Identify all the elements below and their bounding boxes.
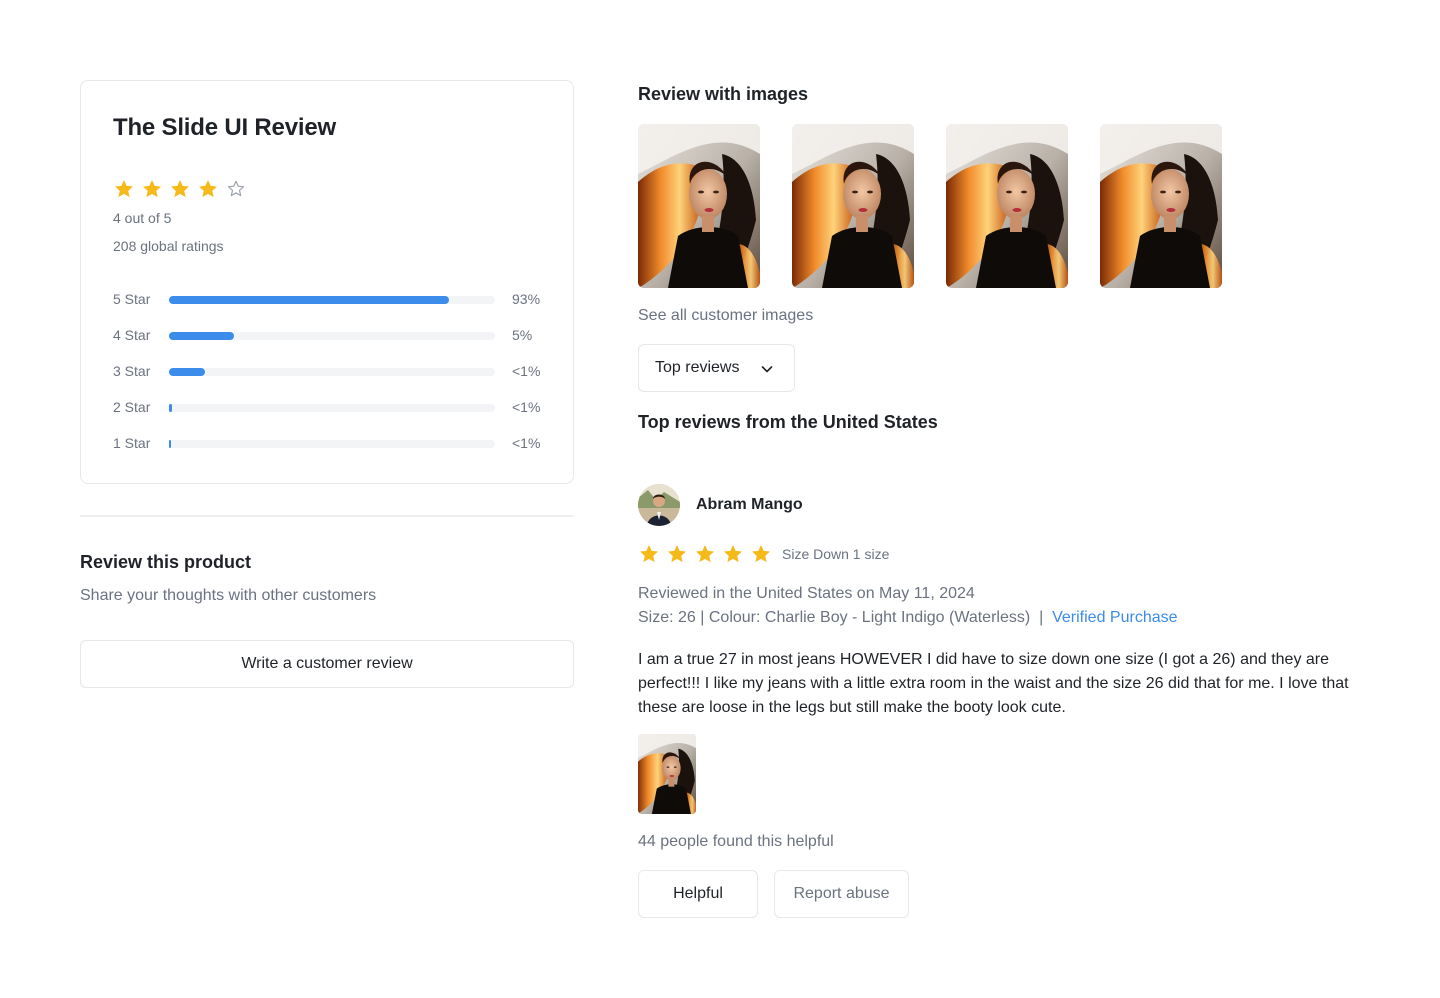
rating-bar-track: [169, 332, 495, 340]
customer-image-thumbnail[interactable]: [1100, 124, 1222, 288]
global-ratings-count: 208 global ratings: [113, 238, 224, 254]
helpful-count: 44 people found this helpful: [638, 833, 834, 850]
rating-bar-track: [169, 368, 495, 376]
customer-image-thumbnail[interactable]: [792, 124, 914, 288]
rating-row-5-star[interactable]: 5 Star 93%: [113, 289, 553, 325]
rating-bar-track: [169, 404, 495, 412]
star-icon: [141, 178, 163, 200]
verified-purchase-badge: Verified Purchase: [1052, 609, 1178, 626]
customer-image-gallery: [638, 124, 1222, 288]
review-image-thumbnail[interactable]: [638, 734, 696, 814]
review-images-title: Review with images: [638, 84, 809, 104]
review-variant-info: Size: 26 | Colour: Charlie Boy - Light I…: [638, 609, 1178, 627]
rating-row-label: 1 Star: [113, 435, 151, 451]
star-icon: [169, 178, 191, 200]
star-icon: [638, 543, 660, 565]
review-date: Reviewed in the United States on May 11,…: [638, 585, 975, 602]
rating-bar-fill: [169, 296, 450, 304]
rating-row-percent: <1%: [512, 399, 541, 415]
review-product-title: Review this product: [80, 552, 252, 572]
variant-text: Size: 26 | Colour: Charlie Boy - Light I…: [638, 609, 1053, 626]
rating-row-label: 4 Star: [113, 327, 151, 343]
reviewer-name[interactable]: Abram Mango: [696, 496, 803, 514]
rating-summary-card: The Slide UI Review 4 out of 5 208 globa…: [80, 80, 574, 484]
review-body: I am a true 27 in most jeans HOWEVER I d…: [638, 651, 1349, 716]
rating-bar-fill: [169, 368, 205, 376]
chevron-down-icon: [761, 366, 773, 373]
rating-bar-fill: [169, 404, 172, 412]
rating-row-percent: 93%: [512, 291, 541, 307]
avatar[interactable]: [638, 484, 680, 526]
rating-row-label: 2 Star: [113, 399, 151, 415]
rating-out-of-text: 4 out of 5: [113, 210, 172, 226]
rating-row-percent: <1%: [512, 363, 541, 379]
star-icon: [113, 178, 135, 200]
rating-row-percent: <1%: [512, 435, 541, 451]
rating-row-percent: 5%: [512, 327, 533, 343]
sort-reviews-dropdown[interactable]: Top reviews: [638, 344, 795, 392]
review-product-subtitle: Share your thoughts with other customers: [80, 587, 377, 604]
customer-image-thumbnail[interactable]: [946, 124, 1068, 288]
helpful-button[interactable]: Helpful: [638, 870, 758, 918]
star-icon: [750, 543, 772, 565]
star-icon: [197, 178, 219, 200]
review-stars: [638, 543, 772, 565]
review-headline: Size Down 1 size: [782, 546, 890, 562]
customer-image-thumbnail[interactable]: [638, 124, 760, 288]
rating-row-4-star[interactable]: 4 Star 5%: [113, 325, 553, 361]
sort-selected-label: Top reviews: [655, 359, 740, 376]
divider: [80, 515, 574, 517]
star-icon: [722, 543, 744, 565]
rating-bar-fill: [169, 440, 171, 448]
rating-bar-fill: [169, 332, 235, 340]
rating-row-3-star[interactable]: 3 Star <1%: [113, 361, 553, 397]
rating-distribution: 5 Star 93% 4 Star 5% 3 Star <1% 2 Star <…: [113, 289, 553, 469]
rating-bar-track: [169, 440, 495, 448]
rating-row-1-star[interactable]: 1 Star <1%: [113, 433, 553, 469]
rating-bar-track: [169, 296, 495, 304]
rating-row-label: 5 Star: [113, 291, 151, 307]
see-all-images-link[interactable]: See all customer images: [638, 307, 813, 325]
star-outline-icon: [225, 178, 247, 200]
top-reviews-title: Top reviews from the United States: [638, 412, 938, 432]
star-icon: [666, 543, 688, 565]
write-review-button[interactable]: Write a customer review: [80, 640, 574, 688]
rating-row-label: 3 Star: [113, 363, 151, 379]
summary-title: The Slide UI Review: [113, 114, 336, 141]
summary-stars: [113, 178, 247, 200]
star-icon: [694, 543, 716, 565]
report-abuse-button[interactable]: Report abuse: [774, 870, 909, 918]
rating-row-2-star[interactable]: 2 Star <1%: [113, 397, 553, 433]
